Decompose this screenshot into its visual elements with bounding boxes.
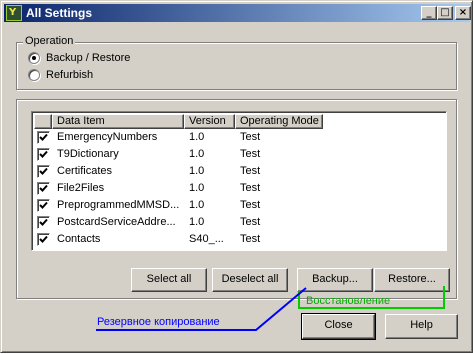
annotation-lines xyxy=(96,286,445,331)
close-button[interactable]: Close xyxy=(301,313,376,340)
settings-window: Y All Settings _ □ × Operation Backup / … xyxy=(0,0,473,353)
restore-annotation-text: Восстановление xyxy=(306,295,391,307)
help-button[interactable]: Help xyxy=(385,314,458,339)
backup-annotation-text: Резервное копирование xyxy=(97,316,220,328)
